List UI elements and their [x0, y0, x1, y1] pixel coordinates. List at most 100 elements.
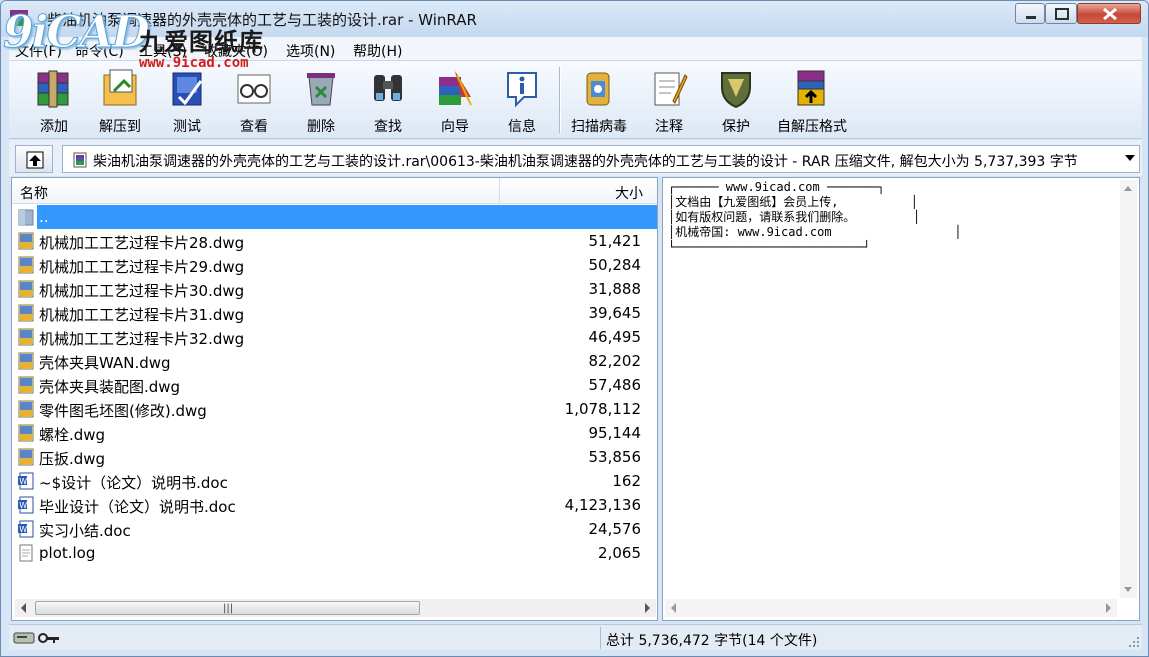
sfx-icon — [797, 70, 825, 106]
maximize-icon — [1055, 8, 1069, 20]
comment-icon — [654, 72, 688, 106]
extract-to-icon — [103, 69, 137, 106]
file-name: 壳体夹具装配图.dwg — [39, 378, 181, 396]
file-row[interactable]: 零件图毛坯图(修改).dwg 1,078,112 — [12, 397, 657, 421]
scroll-right-icon[interactable] — [1106, 603, 1111, 613]
file-row[interactable]: plot.log 2,065 — [12, 541, 657, 565]
virus-scan-button[interactable]: 扫描病毒 — [566, 63, 632, 135]
up-folder-button[interactable] — [15, 145, 53, 173]
file-rows: .. 机械加工工艺过程卡片28.dwg 51,421 机械加工工艺过程卡片29.dwg… — [12, 205, 657, 565]
address-bar: 柴油机油泵调速器的外壳壳体的工艺与工装的设计.rar\00613-柴油机油泵调速… — [9, 140, 1142, 176]
file-row[interactable]: 壳体夹具WAN.dwg 82,202 — [12, 349, 657, 373]
file-list-pane[interactable]: 名称 大小 .. 机械加工工艺过程卡片28.dwg 51,421 机械加工工艺过程卡片… — [11, 177, 658, 621]
menu-help[interactable]: 帮助(H) — [353, 41, 402, 61]
file-row[interactable]: 机械加工工艺过程卡片32.dwg 46,495 — [12, 325, 657, 349]
menu-file[interactable]: 文件(F) — [15, 41, 62, 61]
winrar-app-icon[interactable] — [9, 8, 29, 28]
column-header-name[interactable]: 名称 — [20, 183, 48, 203]
test-icon — [172, 72, 203, 106]
winrar-window: 柴油机油泵调速器的外壳壳体的工艺与工装的设计.rar - WinRAR 文件(F… — [0, 0, 1149, 657]
file-row[interactable]: 机械加工工艺过程卡片29.dwg 50,284 — [12, 253, 657, 277]
file-row[interactable]: 机械加工工艺过程卡片30.dwg 31,888 — [12, 277, 657, 301]
file-name: ~$设计（论文）说明书.doc — [39, 474, 228, 492]
status-bar: 总计 5,736,472 字节(14 个文件) — [9, 624, 1142, 650]
protect-label: 保护 — [722, 119, 750, 135]
file-size: 57,486 — [588, 376, 642, 394]
file-name: 毕业设计（论文）说明书.doc — [39, 498, 236, 516]
comment-horizontal-scrollbar[interactable] — [665, 599, 1117, 617]
file-row[interactable]: 压扳.dwg 53,856 — [12, 445, 657, 469]
file-size: 162 — [612, 472, 641, 490]
file-size: 1,078,112 — [564, 400, 641, 418]
sfx-button[interactable]: 自解压格式 — [777, 63, 847, 135]
protect-button[interactable]: 保护 — [703, 63, 769, 135]
view-icon — [237, 74, 271, 104]
comment-pane[interactable]: ┌────── www.9icad.com ───────┐ │文档由【九爱图纸… — [662, 177, 1140, 621]
svg-text:W: W — [19, 477, 27, 486]
chevron-down-icon[interactable] — [1125, 155, 1135, 161]
info-button[interactable]: 信息 — [489, 63, 555, 135]
file-row[interactable]: W 实习小结.doc 24,576 — [12, 517, 657, 541]
file-name: 压扳.dwg — [39, 450, 106, 468]
archive-comment: ┌────── www.9icad.com ───────┐ │文档由【九爱图纸… — [668, 180, 962, 254]
file-row[interactable]: 螺栓.dwg 95,144 — [12, 421, 657, 445]
file-size: 82,202 — [588, 352, 642, 370]
find-icon — [374, 75, 402, 101]
drive-key-icon[interactable] — [13, 630, 63, 646]
scrollbar-thumb[interactable]: ||| — [35, 601, 420, 615]
info-icon — [507, 72, 537, 108]
column-header-size[interactable]: 大小 — [615, 183, 643, 203]
file-size: 24,576 — [588, 520, 642, 538]
file-name: 螺栓.dwg — [39, 426, 106, 444]
wizard-icon — [439, 71, 472, 106]
svg-text:W: W — [19, 525, 27, 534]
parent-folder-row[interactable]: .. — [18, 205, 657, 229]
scroll-right-icon[interactable] — [645, 603, 650, 613]
word-doc-icon: W — [18, 496, 34, 514]
title-bar[interactable]: 柴油机油泵调速器的外壳壳体的工艺与工装的设计.rar - WinRAR — [1, 1, 1148, 37]
scroll-left-icon[interactable] — [671, 603, 676, 613]
file-name: plot.log — [39, 544, 96, 562]
menu-options[interactable]: 选项(N) — [286, 41, 335, 61]
scroll-left-icon[interactable] — [21, 603, 26, 613]
scroll-down-icon[interactable] — [1124, 587, 1132, 592]
up-arrow-icon — [26, 151, 44, 169]
menu-commands[interactable]: 命令(C) — [75, 41, 124, 61]
word-doc-icon: W — [18, 472, 34, 490]
add-archive-icon — [37, 70, 69, 108]
minimize-button[interactable] — [1015, 3, 1045, 24]
file-name: 机械加工工艺过程卡片29.dwg — [39, 258, 245, 276]
status-summary: 总计 5,736,472 字节(14 个文件) — [606, 633, 818, 649]
path-text: 柴油机油泵调速器的外壳壳体的工艺与工装的设计.rar\00613-柴油机油泵调速… — [93, 154, 1078, 170]
horizontal-scrollbar[interactable]: ||| — [15, 599, 656, 617]
delete-icon — [307, 73, 335, 106]
toolbar: 添加 解压到 测试 查看 删除 查找 向导 信息 扫描病毒 注释 保护 自解压格… — [9, 61, 1142, 139]
column-divider[interactable] — [499, 178, 500, 204]
dwg-file-icon — [18, 280, 34, 298]
file-name: 机械加工工艺过程卡片28.dwg — [39, 234, 245, 252]
resize-grip-icon[interactable] — [1128, 636, 1140, 648]
file-row[interactable]: W ~$设计（论文）说明书.doc 162 — [12, 469, 657, 493]
svg-text:W: W — [19, 501, 27, 510]
file-row[interactable]: W 毕业设计（论文）说明书.doc 4,123,136 — [12, 493, 657, 517]
file-size: 50,284 — [588, 256, 642, 274]
minimize-icon — [1026, 16, 1036, 19]
close-icon — [1103, 7, 1117, 21]
scroll-up-icon[interactable] — [1124, 186, 1132, 191]
vertical-scrollbar[interactable] — [1120, 180, 1137, 598]
dwg-file-icon — [18, 448, 34, 466]
file-name: 机械加工工艺过程卡片32.dwg — [39, 330, 245, 348]
file-name: .. — [39, 208, 49, 226]
file-row[interactable]: 机械加工工艺过程卡片28.dwg 51,421 — [12, 229, 657, 253]
list-header: 名称 大小 — [12, 178, 657, 204]
file-row[interactable]: 壳体夹具装配图.dwg 57,486 — [12, 373, 657, 397]
file-name: 机械加工工艺过程卡片30.dwg — [39, 282, 245, 300]
maximize-button[interactable] — [1045, 3, 1077, 24]
menu-tools[interactable]: 工具(S) — [139, 41, 187, 61]
menu-favorites[interactable]: 收藏夹(O) — [204, 41, 268, 61]
parent-folder-icon — [18, 209, 34, 226]
path-field[interactable]: 柴油机油泵调速器的外壳壳体的工艺与工装的设计.rar\00613-柴油机油泵调速… — [62, 145, 1140, 173]
file-row[interactable]: 机械加工工艺过程卡片31.dwg 39,645 — [12, 301, 657, 325]
dwg-file-icon — [18, 304, 34, 322]
close-button[interactable] — [1077, 3, 1141, 24]
